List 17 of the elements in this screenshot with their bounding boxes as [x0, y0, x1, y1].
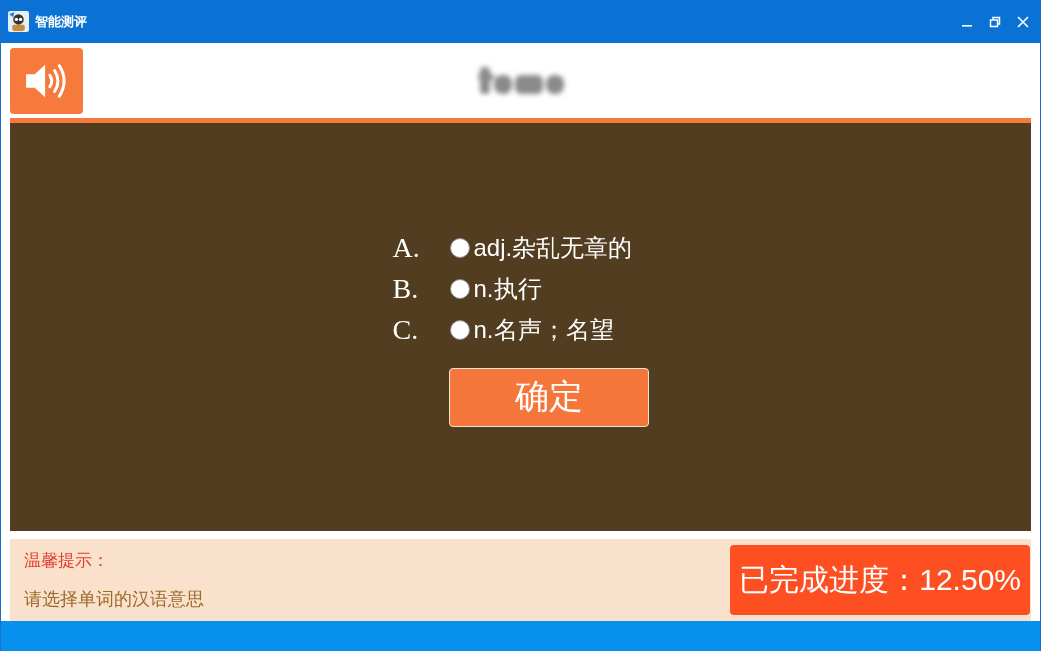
option-letter: A. [392, 232, 421, 264]
close-icon[interactable] [1017, 15, 1029, 28]
progress-badge: 已完成进度：12.50% [730, 545, 1030, 615]
radio-button[interactable] [449, 320, 470, 340]
option-text[interactable]: adj.杂乱无章的 [473, 232, 633, 264]
option-letter: B. [392, 273, 420, 305]
radio-button[interactable] [449, 279, 470, 299]
hint-text: 请选择单词的汉语意思 [24, 588, 204, 611]
window-title: 智能测评 [35, 12, 87, 31]
app-logo-icon [8, 11, 29, 32]
option-text[interactable]: n.执行 [473, 273, 542, 305]
speaker-button[interactable] [10, 47, 83, 114]
hint-title: 温馨提示： [24, 550, 110, 572]
option-text[interactable]: n.名声；名望 [473, 314, 614, 346]
option-letter: C. [392, 314, 420, 346]
radio-button[interactable] [449, 238, 470, 258]
restore-icon[interactable] [989, 15, 1001, 28]
